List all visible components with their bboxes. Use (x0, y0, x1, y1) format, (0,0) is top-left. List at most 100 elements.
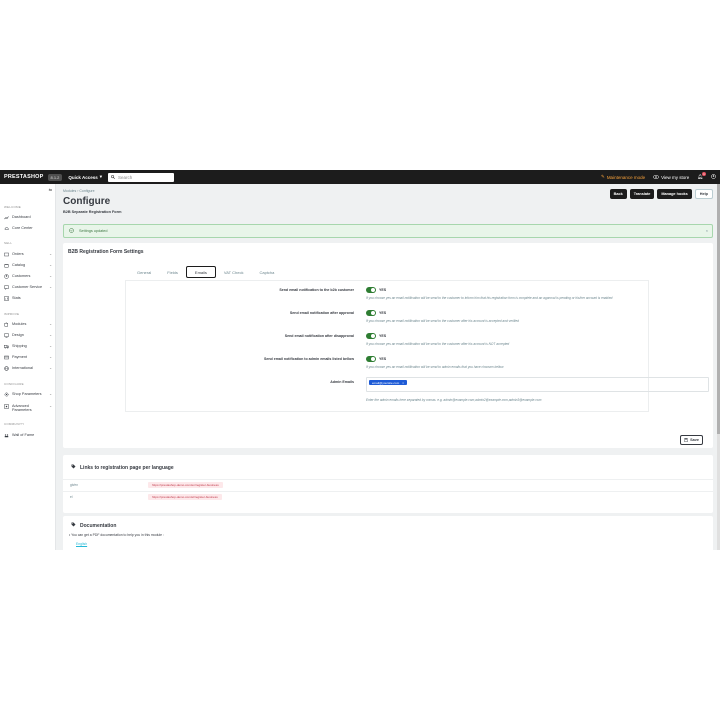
chevron-down-icon: ⌄ (49, 344, 52, 348)
setting-label: Send email notification after approval (289, 311, 354, 315)
setting-label: Send email notification after disapprova… (284, 334, 354, 338)
quick-access-dropdown[interactable]: Quick Access ▾ (68, 174, 102, 180)
notify-admins-switch[interactable]: YES (366, 356, 386, 362)
page-subtitle: B2B Separate Registration Form (63, 210, 122, 214)
sidebar-item-modules[interactable]: Modules ⌄ (4, 321, 52, 327)
sidebar-item-advanced-parameters[interactable]: Advanced Parameters ⌄ (4, 404, 52, 413)
registration-link[interactable]: https://prestashop-demo.com/el/register-… (148, 494, 222, 500)
setting-help: If you choose yes an email notification … (366, 342, 510, 346)
sidebar-item-wall-of-fame[interactable]: Wall of Fame (4, 432, 52, 438)
sidebar-item-catalog[interactable]: Catalog ⌄ (4, 262, 52, 268)
breadcrumb-current: Configure (79, 189, 95, 193)
sidebar-item-dashboard[interactable]: Dashboard (4, 214, 52, 220)
sidebar-item-orders[interactable]: Orders ⌄ (4, 251, 52, 257)
check-circle-icon (69, 228, 74, 234)
email-tag: email@yoursite.com × (369, 380, 407, 385)
quick-access-label: Quick Access (68, 174, 98, 180)
sidebar-item-design[interactable]: Design ⌄ (4, 332, 52, 338)
sidebar-item-label: Design (12, 333, 24, 337)
chevron-down-icon: ⌄ (49, 366, 52, 370)
sidebar-item-label: Advanced Parameters (12, 404, 32, 412)
store-icon (4, 263, 9, 268)
links-card-header: Links to registration page per language (71, 464, 174, 471)
back-button[interactable]: Back (609, 189, 627, 199)
notify-approval-switch[interactable]: YES (366, 310, 386, 316)
sidebar-item-label: Orders (12, 252, 24, 256)
chevron-down-icon: ⌄ (49, 404, 52, 408)
breadcrumb-parent[interactable]: Modules (63, 189, 76, 193)
eye-icon (653, 174, 660, 180)
save-button[interactable]: Save (680, 435, 703, 445)
admin-emails-input[interactable]: email@yoursite.com × (366, 377, 709, 392)
link-language: gb/en (70, 483, 78, 487)
tab-emails[interactable]: Emails (185, 266, 216, 278)
sidebar-item-label: Catalog (12, 263, 26, 267)
chevron-down-icon: ⌄ (49, 322, 52, 326)
toggle-switch[interactable] (366, 310, 376, 316)
setting-help: If you choose yes an email notification … (366, 365, 504, 369)
close-icon[interactable]: × (706, 229, 708, 233)
save-icon (684, 437, 688, 443)
cloud-icon (4, 226, 9, 231)
tab-fields[interactable]: Fields (159, 266, 186, 278)
tag-icon (71, 464, 76, 471)
email-tag-text: email@yoursite.com (372, 380, 400, 385)
success-alert: Settings updated × (63, 224, 713, 238)
emails-settings-panel: Send email notification to the b2b custo… (125, 280, 709, 412)
documentation-card: Documentation • You can get a PDF docume… (63, 516, 713, 550)
sidebar-item-label: Payment (12, 355, 27, 359)
registration-link[interactable]: https://prestashop-demo.com/en/register-… (148, 482, 223, 488)
puzzle-icon (4, 322, 9, 327)
sidebar-item-stats[interactable]: Stats (4, 295, 52, 301)
docs-card-header: Documentation (71, 522, 116, 529)
desktop-icon (4, 333, 9, 338)
notify-disapproval-switch[interactable]: YES (366, 333, 386, 339)
collapse-sidebar-icon[interactable]: ⇆ (49, 187, 52, 192)
globe-icon (4, 365, 9, 371)
tab-captcha[interactable]: Captcha (251, 266, 282, 278)
settings-card-title: B2B Registration Form Settings (68, 249, 144, 255)
sidebar-section-welcome: WELCOME (4, 205, 21, 209)
search-input[interactable]: Search (108, 172, 175, 182)
sidebar-item-core-center[interactable]: Core Center (4, 225, 52, 231)
sidebar-item-shop-parameters[interactable]: Shop Parameters ⌄ (4, 391, 52, 397)
view-store-label: View my store (661, 174, 690, 180)
links-card-title: Links to registration page per language (80, 464, 174, 471)
view-store-link[interactable]: View my store (653, 175, 689, 180)
user-icon[interactable] (711, 174, 716, 180)
sidebar-item-label: International (12, 366, 33, 370)
tab-general[interactable]: General (129, 266, 159, 278)
toggle-switch[interactable] (366, 356, 376, 362)
sidebar-item-customers[interactable]: Customers ⌄ (4, 273, 52, 279)
brand-logo[interactable]: PRESTASHOP (4, 174, 44, 180)
sidebar-item-customer-service[interactable]: Customer Service ⌄ (4, 284, 52, 290)
sidebar-item-payment[interactable]: Payment ⌄ (4, 354, 52, 360)
chevron-down-icon: ⌄ (49, 333, 52, 337)
sidebar-item-shipping[interactable]: Shipping ⌄ (4, 343, 52, 349)
toggle-switch[interactable] (366, 333, 376, 339)
sidebar-item-international[interactable]: International ⌄ (4, 365, 52, 371)
setting-help: If you choose yes an email notification … (366, 296, 613, 300)
switch-value: YES (379, 288, 387, 292)
chevron-down-icon: ⌄ (49, 252, 52, 256)
app-window: PRESTASHOP 8.1.2 Quick Access ▾ Search ✎… (0, 170, 720, 550)
caret-down-icon: ▾ (99, 174, 103, 179)
trending-icon (4, 215, 9, 220)
link-row: gb/en https://prestashop-demo.com/en/reg… (63, 479, 713, 490)
chevron-down-icon: ⌄ (49, 285, 52, 289)
remove-tag-icon[interactable]: × (402, 381, 404, 385)
tab-vat-check[interactable]: VAT Check (216, 266, 252, 278)
notifications-button[interactable]: 🔔︎ 1 (697, 172, 706, 180)
docs-english-link[interactable]: English (76, 542, 87, 546)
help-button[interactable]: Help (694, 189, 713, 199)
search-placeholder: Search (118, 174, 133, 180)
sidebar: ⇆ WELCOME Dashboard Core Center SELL Ord… (0, 184, 56, 550)
settings-app-icon (4, 404, 9, 409)
setting-label: Send email notification to admin emails … (263, 357, 354, 361)
notify-customer-switch[interactable]: YES (366, 287, 386, 293)
docs-card-title: Documentation (80, 522, 117, 529)
toggle-switch[interactable] (366, 287, 376, 293)
manage-hooks-button[interactable]: Manage hooks (657, 189, 692, 199)
translate-button[interactable]: Translate (629, 189, 655, 199)
maintenance-mode-link[interactable]: ✎ Maintenance mode (601, 174, 645, 180)
